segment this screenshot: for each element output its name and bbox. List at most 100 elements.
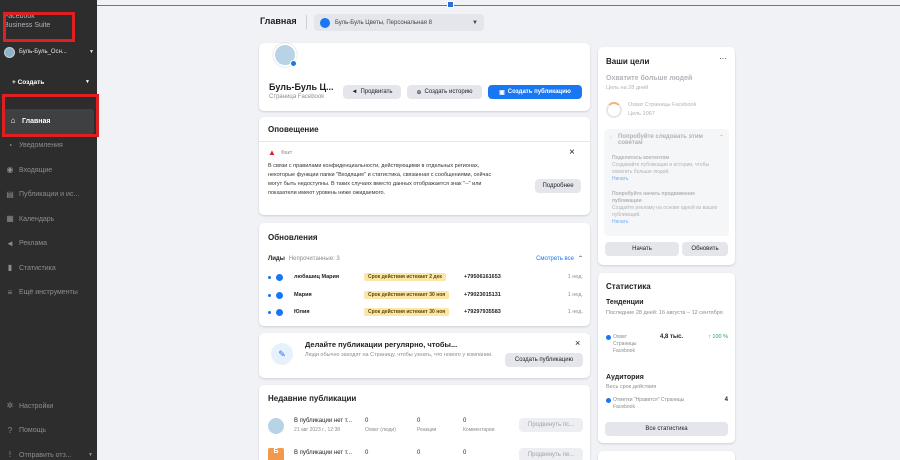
sidebar-item-settings[interactable]: ✲ Настройки [0,394,97,419]
sidebar-item-stats[interactable]: ▮ Статистика [0,256,97,281]
megaphone-icon: ◄ [6,238,14,248]
chevron-up-icon[interactable]: ⌃ [719,134,724,141]
page-avatar-icon [320,17,330,28]
create-story-button[interactable]: ⊕ Создать историю [407,85,482,99]
sidebar-item-calendar[interactable]: ▦ Календарь [0,207,97,232]
create-post-secondary-button[interactable]: Создать публикацию [505,353,583,367]
post-reach: 0 [365,450,369,456]
tip-title: Поделитесь контентом [612,155,670,161]
regular-title: Делайте публикации регулярно, чтобы... [305,340,458,349]
help-icon: ? [7,425,13,435]
lead-name: Мария [294,292,312,298]
divider [306,15,307,29]
chevron-up-icon[interactable]: ⌃ [578,255,583,262]
start-button[interactable]: Начать [605,242,679,256]
recent-title: Недавние публикации [268,394,357,403]
boost-post-label: Продвинуть пс... [528,422,574,428]
facebook-icon [276,308,283,316]
feedback-icon: ! [8,450,12,460]
sidebar-item-posts[interactable]: ▤ Публикации и ис... [0,183,97,208]
refresh-button[interactable]: Обновить [682,242,728,256]
menu-icon: ≡ [7,287,13,297]
selection-line [97,5,900,6]
sidebar-item-ads[interactable]: ◄ Реклама [0,232,97,257]
tip-start-link[interactable]: Начать [612,176,724,183]
create-button[interactable]: + Создать ▼ [12,76,90,88]
post-thumbnail [268,418,284,434]
sidebar-item-label: Статистика [19,264,56,272]
leads-label: Лиды [268,255,285,262]
start-label: Начать [632,246,652,252]
page-subtitle: Страница Facebook [269,94,325,100]
chevron-down-icon: ▼ [472,19,478,26]
tip-start-link[interactable]: Начать [612,219,724,226]
close-icon[interactable]: × [569,147,575,158]
all-stats-button[interactable]: Все статистика [605,422,728,436]
post-reach: 0 [365,418,369,424]
sidebar-item-more-tools[interactable]: ≡ Ещё инструменты [0,281,97,306]
lead-row[interactable]: любашиц Мария Срок действия истекает 2 д… [268,272,583,282]
post-row[interactable]: Б В публикации нет т... 0 0 0 Продвинуть… [268,446,583,460]
reach-label: Охват Страницы Facebook [613,334,637,354]
tip-text: Создайте рекламу на основе одной из ваши… [612,205,718,218]
page-selector-label: Буль-Буль Цветы, Персональная 8 [335,19,432,26]
page-title: Главная [260,16,297,26]
stats-icon: ▮ [7,263,13,273]
bell-icon: ◔ [7,140,13,150]
sidebar-item-help[interactable]: ? Помощь [0,419,97,444]
leads-unread-count: Непрочитанные: 3 [288,255,340,262]
likes-value: 4 [724,397,728,403]
reach-row[interactable]: Охват Страницы Facebook 4,8 тыс. ↑ 100 % [606,334,728,356]
warning-icon: ▲ [268,148,276,157]
lead-row[interactable]: Мария Срок действия истекает 30 ноя +790… [268,290,583,300]
likes-label: Отметки "Нравится" Страницы Facebook [613,397,685,410]
post-row[interactable]: В публикации нет т... 21 авг 2023 г., 12… [268,416,583,438]
goal-metric-line1: Охват Страницы Facebook [628,102,697,108]
regular-posting-card: ✎ Делайте публикации регулярно, чтобы...… [259,333,590,378]
post-reactions: 0 [417,450,421,456]
sidebar: Facebook Business Suite Буль-Буль_Осн...… [0,0,97,460]
sidebar-item-feedback[interactable]: ! Отправить отз... ▼ [0,443,97,460]
lead-row[interactable]: Юлия Срок действия истекает 30 ноя +7929… [268,307,583,317]
lead-time: 1 нед. [567,309,583,315]
reach-change: ↑ 100 % [708,334,728,340]
trends-title: Тенденции [606,299,644,306]
boost-post-button[interactable]: Продвинуть пс... [519,418,583,432]
lead-phone: +79023015131 [464,292,501,298]
page-selector[interactable]: Буль-Буль Цветы, Персональная 8 ▼ [314,14,484,31]
resize-handle-top[interactable] [447,1,454,8]
close-icon[interactable]: × [575,338,580,348]
compose-icon: ✎ [271,343,293,365]
tip-item: Поделитесь контентом Создавайте публикац… [612,155,724,183]
more-options-icon[interactable]: ··· [719,54,727,63]
see-all-link[interactable]: Смотреть все [536,256,574,262]
sidebar-item-label: Отправить отз... [19,451,72,459]
tips-panel: ◌ Попробуйте следовать этим советам ⌃ По… [604,129,729,236]
sidebar-item-inbox[interactable]: ◉ Входящие [0,158,97,183]
divider [259,141,590,142]
post-thumbnail: Б [268,448,284,460]
sidebar-item-notifications[interactable]: ◔ Уведомления [0,134,97,159]
trends-subtitle: Последние 28 дней: 16 августа – 12 сентя… [606,310,723,316]
tip-text: Создавайте публикации и истории, чтобы о… [612,162,710,175]
tip-item: Попробуйте начать продвижение публикации… [612,191,724,226]
sidebar-item-label: Календарь [19,215,55,223]
sidebar-item-label: Входящие [19,166,53,174]
promote-button[interactable]: ◄ Продвигать [343,85,401,99]
avatar [4,46,15,58]
sidebar-item-label: Уведомления [19,142,63,150]
goals-card: Ваши цели ··· Охватите больше людей Цель… [598,47,735,265]
page-avatar[interactable] [273,43,297,67]
likes-row[interactable]: Отметки "Нравится" Страницы Facebook 4 [606,397,728,413]
learn-more-button[interactable]: Подробнее [535,179,581,193]
account-switcher[interactable]: Буль-Буль_Осн... ▼ [4,45,94,59]
alert-label: Факт [281,150,293,156]
goals-title: Ваши цели [606,57,650,66]
highlight-box-home [2,94,99,137]
create-story-label: Создать историю [424,89,473,95]
lead-phone: +79297935583 [464,309,501,315]
profile-card: Буль-Буль Ц... Страница Facebook ◄ Продв… [259,43,590,111]
boost-post-button[interactable]: Продвинуть пе... [519,448,583,460]
sidebar-nav: ⌂ Главная ◔ Уведомления ◉ Входящие ▤ Пуб… [0,109,97,305]
create-post-button[interactable]: ▣ Создать публикацию [488,85,582,99]
